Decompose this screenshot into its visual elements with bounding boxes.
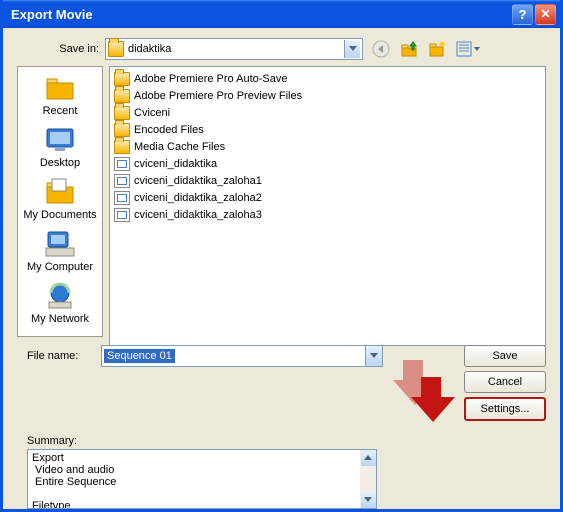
folder-item[interactable]: Cviceni [114, 104, 541, 121]
scroll-down-button[interactable] [361, 492, 376, 508]
places-bar: Recent Desktop My Documents My Computer My N… [17, 66, 103, 337]
new-folder-button[interactable] [427, 39, 447, 59]
place-label: My Network [18, 313, 102, 325]
folder-icon [108, 41, 124, 57]
summary-line [32, 488, 372, 500]
chevron-down-icon[interactable] [344, 40, 360, 58]
close-icon: ✕ [540, 7, 550, 21]
summary-line: Export [32, 452, 372, 464]
window-title: Export Movie [11, 7, 510, 22]
close-button[interactable]: ✕ [535, 4, 556, 25]
project-file-icon [114, 157, 130, 171]
scrollbar[interactable] [360, 450, 376, 508]
summary-line: Filetype [32, 500, 372, 509]
folder-item[interactable]: Adobe Premiere Pro Preview Files [114, 87, 541, 104]
folder-item[interactable]: Adobe Premiere Pro Auto-Save [114, 70, 541, 87]
titlebar[interactable]: Export Movie ? ✕ [3, 0, 560, 28]
folder-icon [114, 106, 130, 120]
summary-content: Export Video and audio Entire Sequence Fi… [32, 452, 372, 509]
project-file-item[interactable]: cviceni_didaktika_zaloha1 [114, 172, 541, 189]
file-name-label: File name: [17, 350, 101, 362]
project-file-item[interactable]: cviceni_didaktika [114, 155, 541, 172]
place-label: Desktop [18, 157, 102, 169]
export-movie-dialog: Export Movie ? ✕ Save in: didaktika [0, 0, 563, 512]
file-name: cviceni_didaktika_zaloha2 [134, 192, 262, 204]
place-label: My Documents [18, 209, 102, 221]
folder-icon [114, 89, 130, 103]
place-recent[interactable]: Recent [18, 73, 102, 117]
folder-item[interactable]: Encoded Files [114, 121, 541, 138]
save-button[interactable]: Save [464, 345, 546, 367]
chevron-down-icon[interactable] [365, 346, 382, 366]
file-name: cviceni_didaktika_zaloha3 [134, 209, 262, 221]
project-file-item[interactable]: cviceni_didaktika_zaloha2 [114, 189, 541, 206]
save-in-value: didaktika [128, 43, 344, 55]
place-mycomp[interactable]: My Computer [18, 229, 102, 273]
save-in-dropdown[interactable]: didaktika [105, 38, 363, 60]
save-in-label: Save in: [17, 43, 105, 55]
file-name: Encoded Files [134, 124, 204, 136]
place-label: Recent [18, 105, 102, 117]
up-one-level-button[interactable] [399, 39, 419, 59]
folder-icon [114, 123, 130, 137]
summary-textarea[interactable]: Export Video and audio Entire Sequence Fi… [27, 449, 377, 509]
mydocs-icon [43, 177, 77, 207]
summary-line: Video and audio [32, 464, 372, 476]
mynet-icon [43, 281, 77, 311]
settings-button[interactable]: Settings... [464, 397, 546, 421]
project-file-icon [114, 174, 130, 188]
file-name: Cviceni [134, 107, 170, 119]
summary-line: Entire Sequence [32, 476, 372, 488]
file-name: cviceni_didaktika [134, 158, 217, 170]
place-mydocs[interactable]: My Documents [18, 177, 102, 221]
back-button[interactable] [371, 39, 391, 59]
file-name-value: Sequence 01 [104, 349, 175, 363]
folder-item[interactable]: Media Cache Files [114, 138, 541, 155]
recent-icon [43, 73, 77, 103]
place-label: My Computer [18, 261, 102, 273]
folder-icon [114, 140, 130, 154]
file-name: Adobe Premiere Pro Preview Files [134, 90, 302, 102]
file-name: Adobe Premiere Pro Auto-Save [134, 73, 287, 85]
desktop-icon [43, 125, 77, 155]
project-file-icon [114, 191, 130, 205]
folder-icon [114, 72, 130, 86]
place-mynet[interactable]: My Network [18, 281, 102, 325]
mycomp-icon [43, 229, 77, 259]
file-name: Media Cache Files [134, 141, 225, 153]
place-desktop[interactable]: Desktop [18, 125, 102, 169]
help-icon: ? [519, 7, 527, 22]
view-menu-button[interactable] [455, 39, 483, 59]
help-button[interactable]: ? [512, 4, 533, 25]
scroll-up-button[interactable] [361, 450, 376, 466]
project-file-icon [114, 208, 130, 222]
cancel-button[interactable]: Cancel [464, 371, 546, 393]
file-name: cviceni_didaktika_zaloha1 [134, 175, 262, 187]
summary-label: Summary: [27, 435, 546, 447]
project-file-item[interactable]: cviceni_didaktika_zaloha3 [114, 206, 541, 223]
file-name-field[interactable]: Sequence 01 [101, 345, 383, 367]
file-list[interactable]: Adobe Premiere Pro Auto-Save Adobe Premie… [109, 66, 546, 346]
